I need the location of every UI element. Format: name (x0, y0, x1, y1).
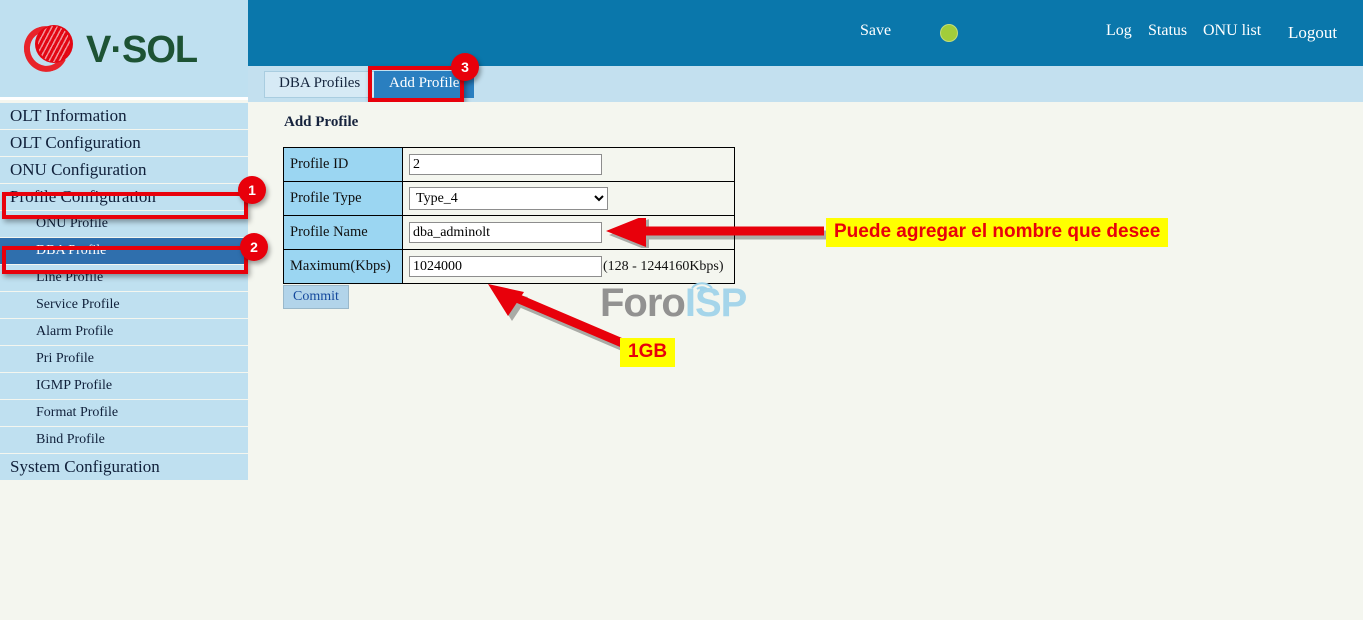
field-profile-type: Type_1Type_2Type_3Type_4Type_5 (402, 181, 735, 216)
wifi-antenna-icon (691, 282, 713, 291)
annotation-badge-1: 1 (238, 176, 266, 204)
profile-type-select[interactable]: Type_1Type_2Type_3Type_4Type_5 (409, 187, 608, 210)
profile-name-input[interactable] (409, 222, 602, 243)
onu-list-link[interactable]: ONU list (1203, 22, 1261, 40)
brand-logo[interactable]: V·SOL (17, 20, 198, 78)
field-profile-id (402, 147, 735, 182)
sidebar-nav: OLT Information OLT Configuration ONU Co… (0, 103, 248, 481)
log-link[interactable]: Log (1106, 22, 1132, 40)
sidebar-item-format-profile[interactable]: Format Profile (0, 400, 248, 426)
sidebar-item-line-profile[interactable]: Line Profile (0, 265, 248, 291)
commit-button[interactable]: Commit (283, 285, 349, 309)
logout-link[interactable]: Logout (1288, 23, 1337, 43)
label-profile-type: Profile Type (283, 181, 403, 216)
vsol-logo-icon (17, 20, 78, 78)
form-row-profile-id: Profile ID (283, 147, 735, 182)
tab-strip: DBA Profiles Add Profile (248, 66, 1363, 102)
status-link[interactable]: Status (1148, 22, 1187, 40)
annotation-badge-3: 3 (451, 53, 479, 81)
annotation-note-1gb: 1GB (620, 338, 676, 367)
page-root: V·SOL Save Log Status ONU list Logout DB… (0, 0, 1363, 620)
logo-panel: V·SOL (0, 0, 248, 100)
maximum-kbps-input[interactable] (409, 256, 602, 277)
sidebar-item-bind-profile[interactable]: Bind Profile (0, 427, 248, 453)
form-row-maximum: Maximum(Kbps) (128 - 1244160Kbps) (283, 249, 735, 284)
top-bar: Save Log Status ONU list Logout (248, 0, 1363, 66)
label-profile-id: Profile ID (283, 147, 403, 182)
watermark-foro: Foro (600, 281, 686, 325)
annotation-badge-2: 2 (240, 233, 268, 261)
brand-name: V·SOL (86, 28, 198, 71)
sidebar-item-onu-configuration[interactable]: ONU Configuration (0, 157, 248, 183)
foroisp-watermark: ForoISP (600, 281, 747, 326)
form-row-profile-name: Profile Name (283, 215, 735, 250)
add-profile-form: Profile ID Profile Type Type_1Type_2Type… (283, 147, 735, 284)
sidebar-item-service-profile[interactable]: Service Profile (0, 292, 248, 318)
page-title: Add Profile (284, 114, 359, 130)
form-row-profile-type: Profile Type Type_1Type_2Type_3Type_4Typ… (283, 181, 735, 216)
save-button[interactable]: Save (860, 22, 891, 40)
field-maximum-kbps: (128 - 1244160Kbps) (402, 249, 735, 284)
sidebar-item-igmp-profile[interactable]: IGMP Profile (0, 373, 248, 399)
content-area: Add Profile Profile ID Profile Type Type… (248, 102, 1363, 620)
sidebar-item-pri-profile[interactable]: Pri Profile (0, 346, 248, 372)
sidebar-item-olt-information[interactable]: OLT Information (0, 103, 248, 129)
label-maximum-kbps: Maximum(Kbps) (283, 249, 403, 284)
sidebar-item-onu-profile[interactable]: ONU Profile (0, 211, 248, 237)
sidebar-item-alarm-profile[interactable]: Alarm Profile (0, 319, 248, 345)
status-indicator-icon (940, 24, 958, 42)
field-profile-name (402, 215, 735, 250)
sidebar-item-olt-configuration[interactable]: OLT Configuration (0, 130, 248, 156)
annotation-note-profile-name: Puede agregar el nombre que desee (826, 218, 1169, 247)
tab-dba-profiles[interactable]: DBA Profiles (264, 71, 376, 98)
label-profile-name: Profile Name (283, 215, 403, 250)
sidebar-item-system-configuration[interactable]: System Configuration (0, 454, 248, 480)
sidebar-item-dba-profile[interactable]: DBA Profile (0, 238, 248, 264)
sidebar-item-profile-configuration[interactable]: Profile Configuration (0, 184, 248, 210)
profile-id-input[interactable] (409, 154, 602, 175)
maximum-kbps-hint: (128 - 1244160Kbps) (603, 258, 724, 274)
